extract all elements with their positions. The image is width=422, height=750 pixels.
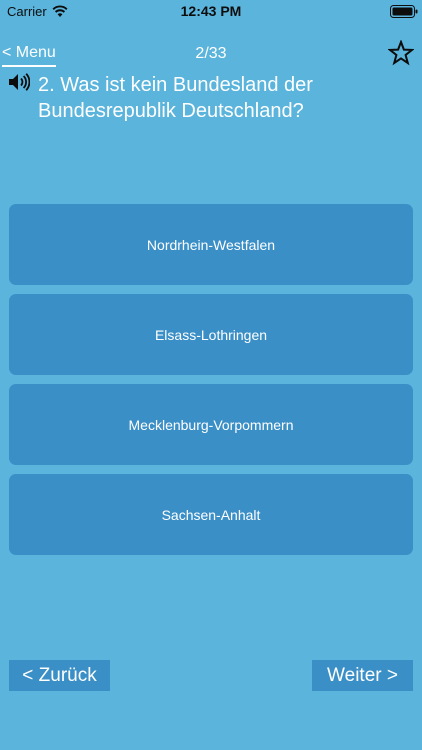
answer-option-4[interactable]: Sachsen-Anhalt <box>9 474 413 555</box>
speaker-icon[interactable] <box>8 72 30 92</box>
clock: 12:43 PM <box>180 3 242 19</box>
answer-option-3[interactable]: Mecklenburg-Vorpommern <box>9 384 413 465</box>
question-text: 2. Was ist kein Bundesland der Bundesrep… <box>38 74 313 122</box>
battery-icon <box>390 5 418 18</box>
answer-option-1[interactable]: Nordrhein-Westfalen <box>9 204 413 285</box>
answer-list: Nordrhein-Westfalen Elsass-Lothringen Me… <box>9 204 413 564</box>
question-counter: 2/33 <box>195 45 227 62</box>
next-button[interactable]: Weiter > <box>312 660 413 691</box>
answer-option-2[interactable]: Elsass-Lothringen <box>9 294 413 375</box>
star-icon[interactable] <box>388 40 414 66</box>
status-bar: Carrier 12:43 PM <box>0 0 422 24</box>
previous-button[interactable]: < Zurück <box>9 660 110 691</box>
